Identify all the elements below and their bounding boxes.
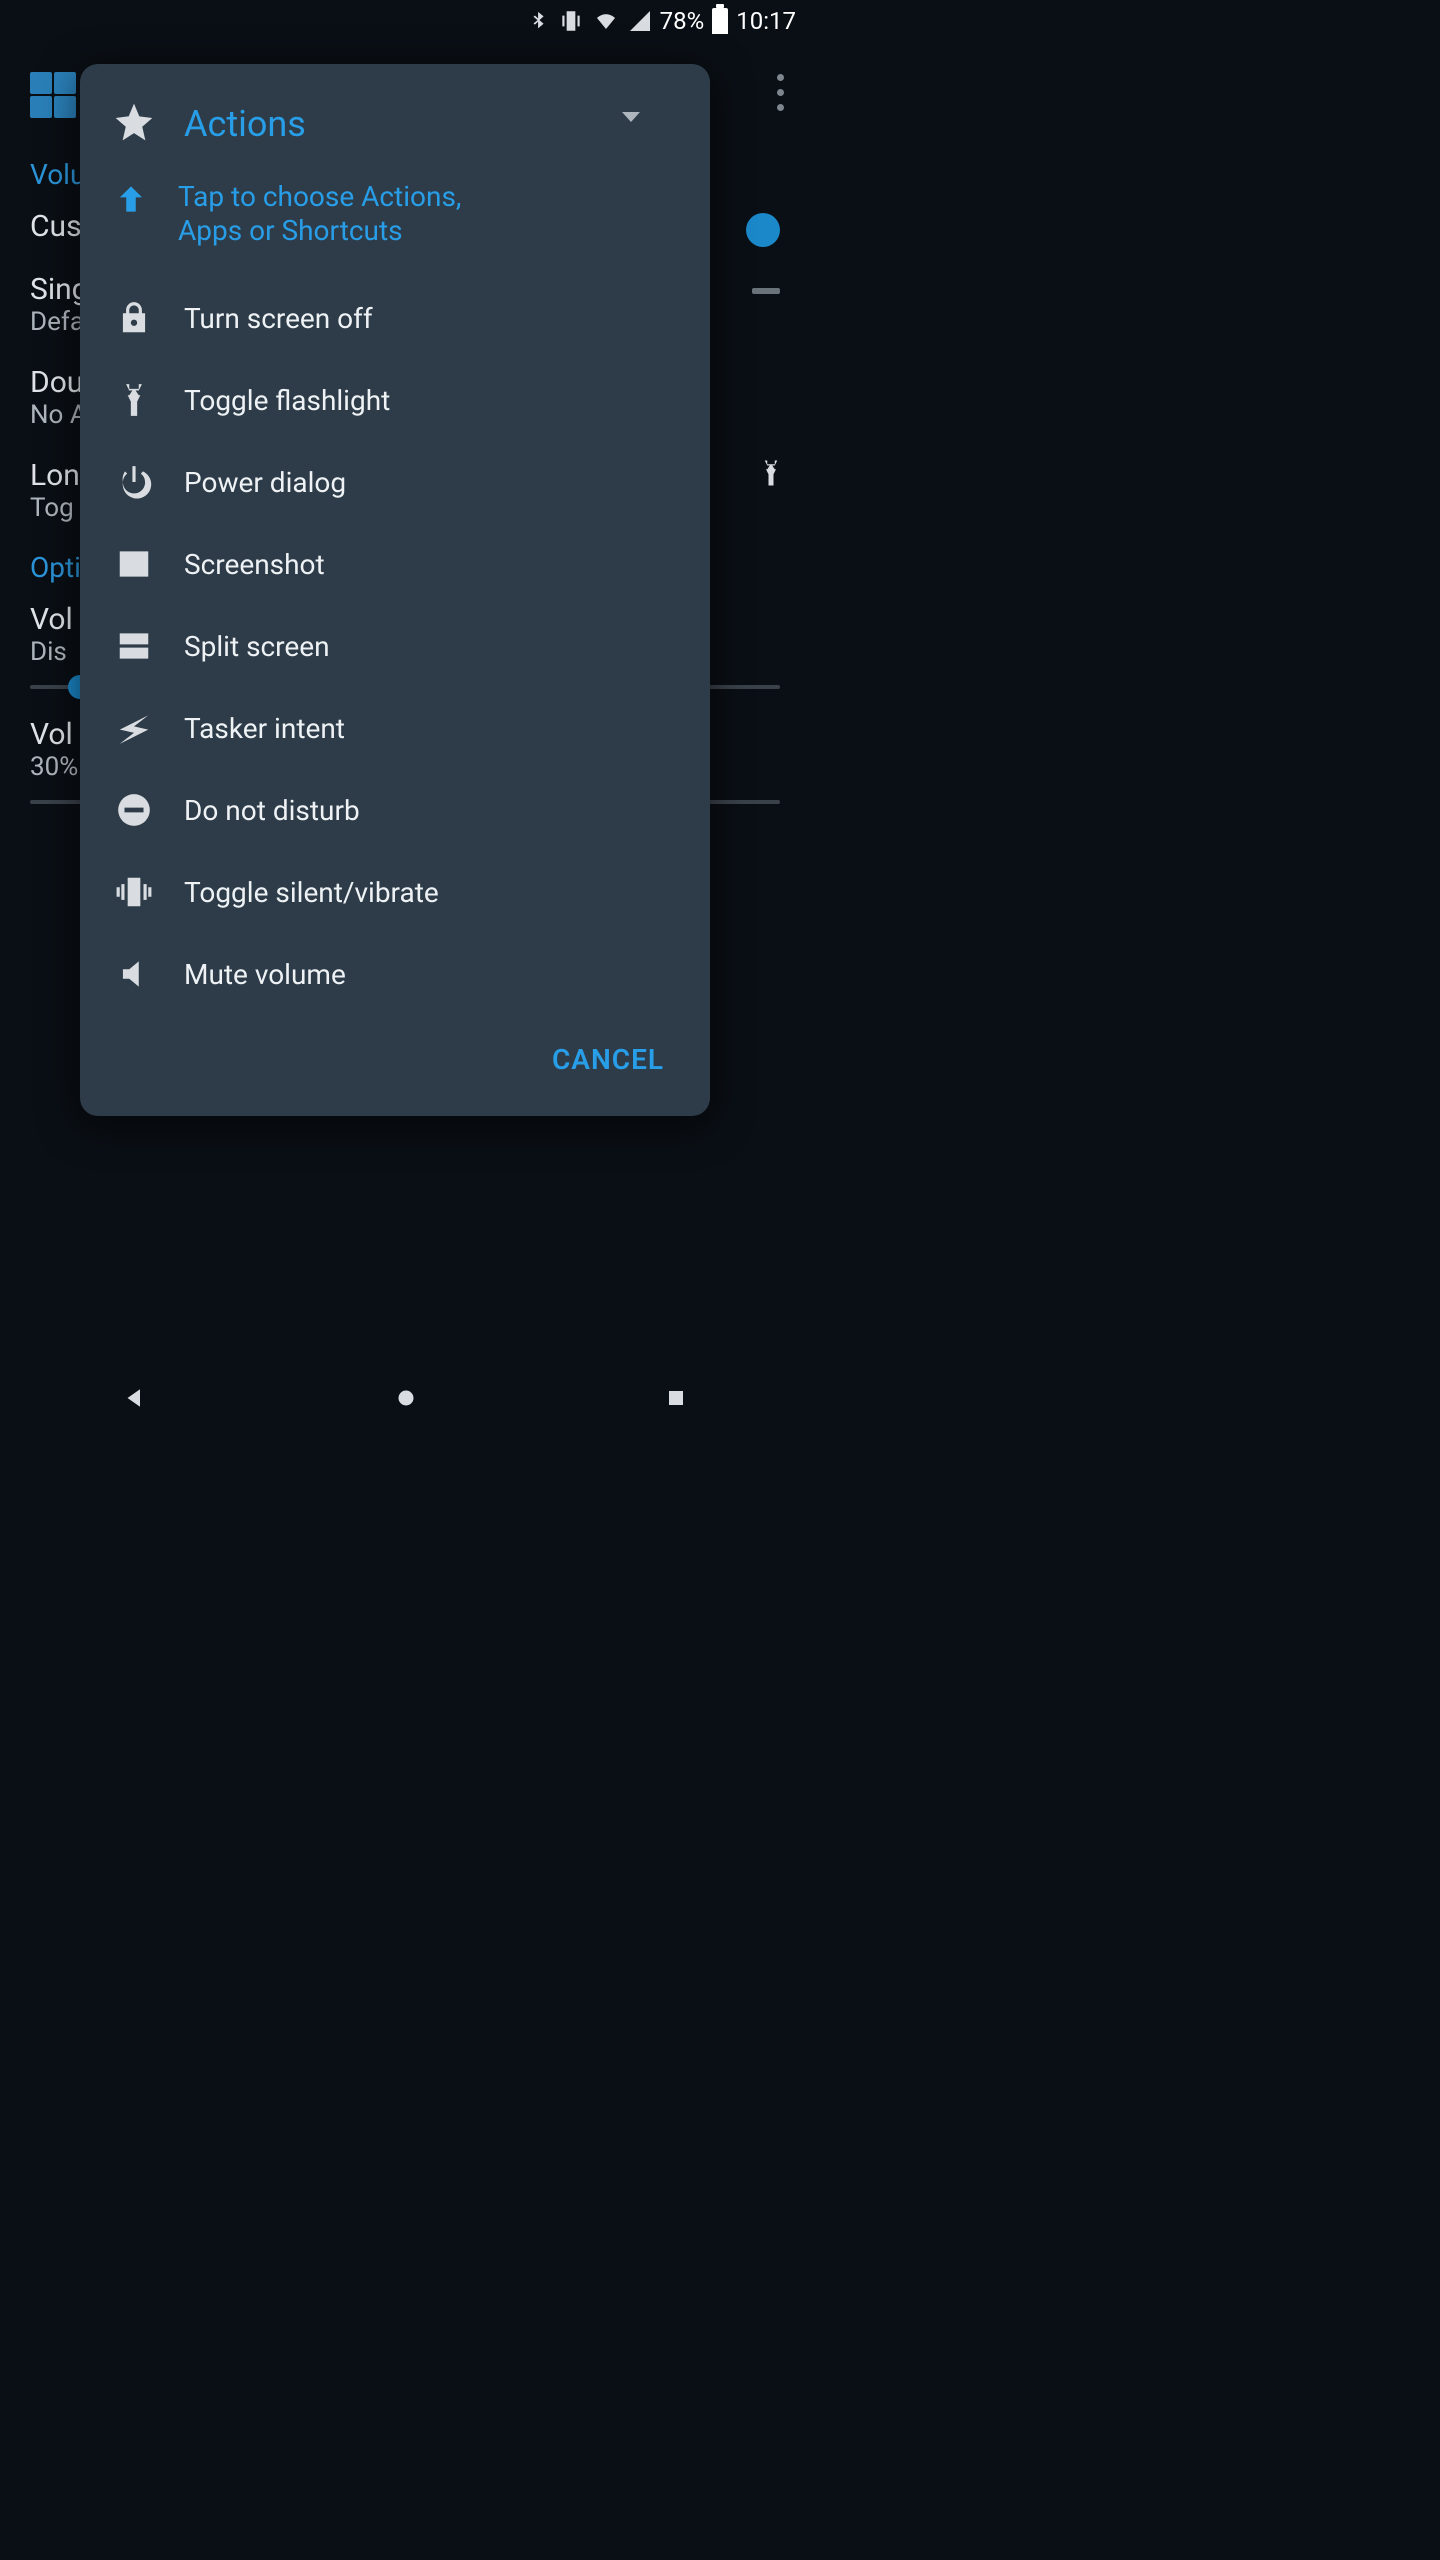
action-item[interactable]: Screenshot [80, 523, 710, 605]
action-item[interactable]: Turn screen off [80, 277, 710, 359]
vibrate-icon [112, 873, 156, 911]
action-item[interactable]: Do not disturb [80, 769, 710, 851]
image-icon [112, 545, 156, 583]
battery-pct: 78% [660, 7, 705, 35]
action-list: Turn screen off Toggle flashlight Power di… [80, 277, 710, 1015]
mute-icon [112, 955, 156, 993]
navigation-bar [0, 1360, 810, 1440]
flashlight-icon [112, 381, 156, 419]
arrow-up-icon [112, 180, 150, 222]
action-label: Do not disturb [184, 794, 360, 827]
wifi-icon [592, 9, 620, 33]
status-bar: 78% 10:17 [0, 0, 810, 42]
action-item[interactable]: Tasker intent [80, 687, 710, 769]
star-icon [112, 100, 156, 148]
chevron-down-icon[interactable] [622, 112, 640, 122]
split-icon [112, 627, 156, 665]
action-label: Toggle silent/vibrate [184, 876, 439, 909]
bluetooth-icon [528, 8, 550, 34]
action-item[interactable]: Mute volume [80, 933, 710, 1015]
action-item[interactable]: Power dialog [80, 441, 710, 523]
action-item[interactable]: Split screen [80, 605, 710, 687]
action-label: Power dialog [184, 466, 346, 499]
dialog-hint: Tap to choose Actions, Apps or Shortcuts [178, 180, 478, 247]
action-label: Mute volume [184, 958, 346, 991]
action-label: Screenshot [184, 548, 325, 581]
dialog-title: Actions [184, 103, 306, 145]
clock: 10:17 [736, 7, 796, 35]
nav-back-button[interactable] [120, 1383, 150, 1417]
action-item[interactable]: Toggle flashlight [80, 359, 710, 441]
disabled-dash-icon [752, 288, 780, 294]
lock-icon [112, 299, 156, 337]
nav-recent-button[interactable] [662, 1384, 690, 1416]
cell-signal-icon [628, 9, 652, 33]
action-label: Toggle flashlight [184, 384, 390, 417]
action-label: Tasker intent [184, 712, 345, 745]
app-icon-cluster [30, 72, 80, 118]
action-label: Turn screen off [184, 302, 373, 335]
dnd-icon [112, 791, 156, 829]
dialog-header[interactable]: Actions [80, 96, 710, 174]
action-item[interactable]: Toggle silent/vibrate [80, 851, 710, 933]
nav-home-button[interactable] [391, 1383, 421, 1417]
cancel-button[interactable]: CANCEL [534, 1031, 682, 1088]
actions-dialog: Actions Tap to choose Actions, Apps or S… [80, 64, 710, 1116]
power-icon [112, 463, 156, 501]
action-label: Split screen [184, 630, 330, 663]
battery-icon [712, 8, 728, 34]
vibrate-status-icon [558, 8, 584, 34]
bolt-icon [112, 709, 156, 747]
toggle-on-icon[interactable] [746, 213, 780, 247]
flashlight-icon [756, 456, 786, 494]
dialog-hint-row[interactable]: Tap to choose Actions, Apps or Shortcuts [80, 174, 710, 277]
